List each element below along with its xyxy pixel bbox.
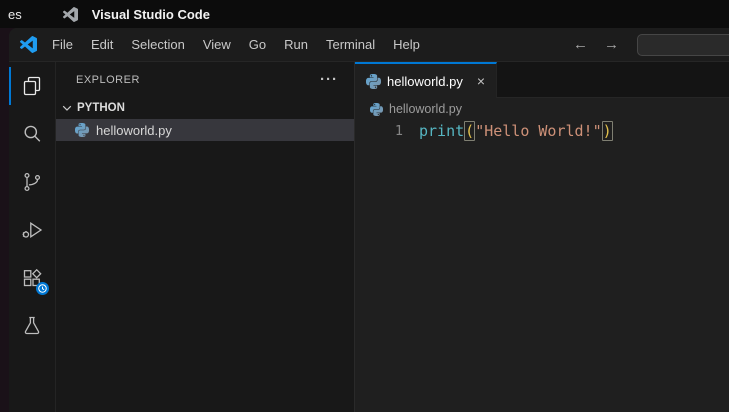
menu-help[interactable]: Help — [384, 28, 429, 61]
menu-run[interactable]: Run — [275, 28, 317, 61]
tab-helloworld[interactable]: helloworld.py × — [355, 62, 497, 98]
code-editor[interactable]: 1 print("Hello World!") — [355, 120, 729, 412]
forward-arrow-icon[interactable]: → — [596, 36, 627, 53]
explorer-title: EXPLORER — [76, 73, 140, 86]
menu-go[interactable]: Go — [240, 28, 275, 61]
activities-label[interactable]: es — [8, 7, 22, 22]
screen: es Visual Studio Code File Edit Selectio… — [0, 0, 729, 412]
source-control-icon — [20, 170, 44, 194]
sidebar-explorer: EXPLORER ··· PYTHON helloworld.py — [55, 62, 355, 412]
beaker-icon — [20, 314, 44, 338]
file-item-helloworld[interactable]: helloworld.py — [56, 119, 354, 141]
vscode-logo-icon — [20, 36, 37, 53]
activity-source-control[interactable] — [9, 158, 55, 206]
activity-explorer[interactable] — [9, 62, 55, 110]
files-icon — [20, 74, 44, 98]
menubar-right-controls: ← → — [565, 33, 729, 56]
section-python[interactable]: PYTHON — [56, 97, 354, 119]
code-line-1: 1 print("Hello World!") — [355, 121, 729, 141]
debug-icon — [20, 218, 44, 242]
token-string: "Hello World!" — [475, 122, 602, 140]
search-icon — [20, 122, 44, 146]
close-icon[interactable]: × — [474, 73, 488, 89]
menu-view[interactable]: View — [194, 28, 240, 61]
tab-bar: helloworld.py × — [355, 62, 729, 98]
chevron-down-icon — [59, 100, 75, 116]
activity-search[interactable] — [9, 110, 55, 158]
breadcrumb[interactable]: helloworld.py — [355, 98, 729, 120]
activity-extensions[interactable] — [9, 254, 55, 302]
code-text: print("Hello World!") — [419, 121, 613, 141]
activity-bar — [9, 62, 55, 412]
menu-bar: File Edit Selection View Go Run Terminal… — [9, 28, 729, 62]
line-number: 1 — [394, 123, 403, 139]
activity-testing[interactable] — [9, 302, 55, 350]
command-center-search[interactable] — [637, 33, 729, 56]
vscode-window: File Edit Selection View Go Run Terminal… — [9, 28, 729, 412]
focused-app-title[interactable]: Visual Studio Code — [52, 7, 210, 22]
tab-label: helloworld.py — [387, 73, 463, 89]
editor-group: helloworld.py × helloworld.py 1 print("H… — [355, 62, 729, 412]
clock-badge-icon — [36, 282, 49, 295]
menu-selection[interactable]: Selection — [122, 28, 193, 61]
explorer-header: EXPLORER ··· — [56, 62, 354, 97]
menu-edit[interactable]: Edit — [82, 28, 122, 61]
menu-file[interactable]: File — [43, 28, 82, 61]
token-paren-close: ) — [601, 121, 613, 141]
section-label: PYTHON — [77, 102, 125, 114]
token-paren-open: ( — [464, 121, 476, 141]
python-icon — [366, 73, 381, 89]
workbench-body: EXPLORER ··· PYTHON helloworld.py hellow… — [9, 62, 729, 412]
window-title: Visual Studio Code — [91, 6, 210, 22]
activity-run-debug[interactable] — [9, 206, 55, 254]
file-label: helloworld.py — [96, 122, 172, 138]
system-top-bar: es Visual Studio Code — [0, 0, 729, 28]
vscode-logo-icon — [62, 6, 78, 22]
python-icon — [75, 123, 89, 137]
more-actions-icon[interactable]: ··· — [320, 72, 338, 87]
breadcrumb-file: helloworld.py — [389, 102, 462, 116]
menu-terminal[interactable]: Terminal — [317, 28, 384, 61]
token-function: print — [419, 122, 465, 140]
back-arrow-icon[interactable]: ← — [565, 36, 596, 53]
python-icon — [370, 102, 383, 116]
